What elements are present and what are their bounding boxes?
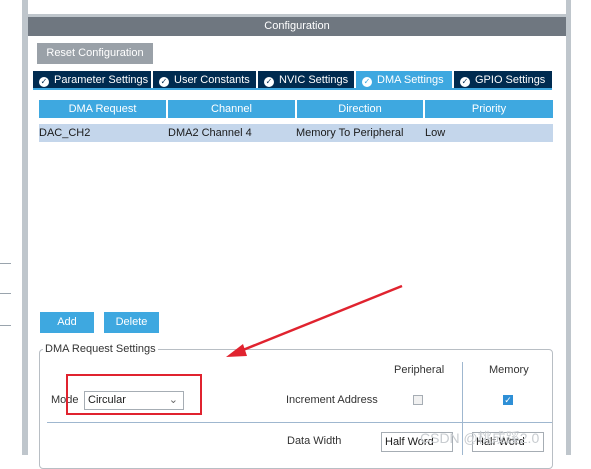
tab-dma-settings[interactable]: ✓ DMA Settings xyxy=(356,71,452,89)
settings-divider xyxy=(47,422,552,423)
dma-request-settings-legend: DMA Request Settings xyxy=(43,343,158,356)
cell-direction: Memory To Peripheral xyxy=(296,127,404,139)
left-divider xyxy=(0,325,11,326)
memory-increment-checkbox[interactable]: ✓ xyxy=(503,395,513,405)
data-width-label: Data Width xyxy=(287,435,342,447)
tab-label: Parameter Settings xyxy=(54,74,149,86)
memory-column-label: Memory xyxy=(489,364,529,376)
cell-dma-request: DAC_CH2 xyxy=(39,127,91,139)
table-row[interactable]: DAC_CH2 DMA2 Channel 4 Memory To Periphe… xyxy=(39,124,553,142)
tab-gpio-settings[interactable]: ✓ GPIO Settings xyxy=(454,71,552,89)
check-circle-icon: ✓ xyxy=(460,77,470,87)
column-header-channel[interactable]: Channel xyxy=(168,100,295,118)
tab-nvic-settings[interactable]: ✓ NVIC Settings xyxy=(258,71,354,89)
watermark-text: CSDN @桃成蹊2.0 xyxy=(420,430,540,446)
tab-user-constants[interactable]: ✓ User Constants xyxy=(153,71,256,89)
column-header-priority[interactable]: Priority xyxy=(425,100,553,118)
column-header-direction[interactable]: Direction xyxy=(297,100,423,118)
cell-channel: DMA2 Channel 4 xyxy=(168,127,252,139)
configuration-header: Configuration xyxy=(28,17,566,36)
add-button[interactable]: Add xyxy=(40,312,94,333)
check-circle-icon: ✓ xyxy=(39,77,49,87)
tab-underline xyxy=(33,88,552,90)
reset-configuration-button[interactable]: Reset Configuration xyxy=(37,43,153,64)
left-divider xyxy=(0,263,11,264)
left-divider xyxy=(0,293,11,294)
peripheral-increment-checkbox[interactable] xyxy=(413,395,423,405)
tab-label: User Constants xyxy=(174,74,250,86)
tab-parameter-settings[interactable]: ✓ Parameter Settings xyxy=(33,71,151,89)
dma-table-header: DMA Request Channel Direction Priority xyxy=(39,100,553,118)
left-pane xyxy=(0,0,22,455)
check-circle-icon: ✓ xyxy=(362,77,372,87)
column-header-dma-request[interactable]: DMA Request xyxy=(39,100,166,118)
tab-label: NVIC Settings xyxy=(279,74,349,86)
delete-button[interactable]: Delete xyxy=(104,312,159,333)
check-circle-icon: ✓ xyxy=(159,77,169,87)
top-panel xyxy=(28,0,566,14)
tab-label: DMA Settings xyxy=(377,74,444,86)
check-circle-icon: ✓ xyxy=(264,77,274,87)
cell-priority: Low xyxy=(425,127,446,139)
tab-label: GPIO Settings xyxy=(475,74,546,86)
increment-address-label: Increment Address xyxy=(286,394,378,406)
annotation-highlight-box xyxy=(66,374,202,415)
peripheral-column-label: Peripheral xyxy=(394,364,445,376)
